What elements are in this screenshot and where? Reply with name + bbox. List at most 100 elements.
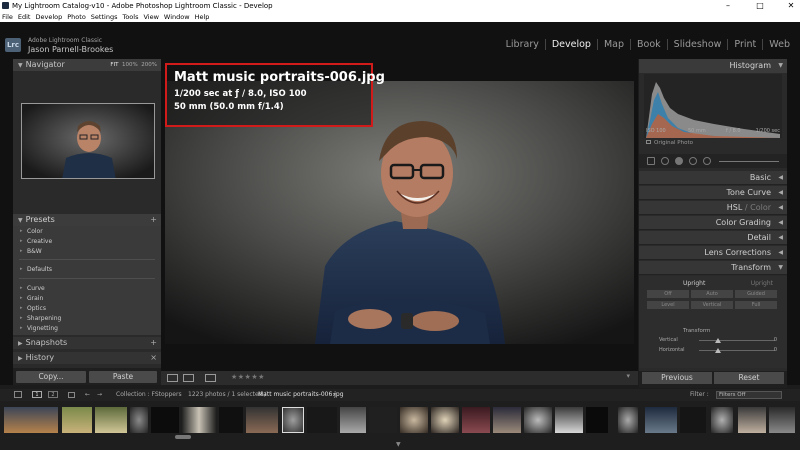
filmstrip-thumb[interactable] xyxy=(462,407,490,433)
nav-back-icon[interactable]: ← xyxy=(85,389,90,401)
filmstrip-thumb[interactable] xyxy=(738,407,766,433)
add-preset-icon[interactable]: + xyxy=(150,214,157,226)
screen-one-button[interactable]: 1 xyxy=(32,391,42,398)
panel-transform[interactable]: Transform ▼ xyxy=(639,261,787,275)
filmstrip-thumb[interactable] xyxy=(555,407,583,433)
module-map[interactable]: Map xyxy=(596,39,630,50)
graduated-filter-icon[interactable] xyxy=(703,157,711,165)
filmstrip-collapse-icon[interactable]: ▼ xyxy=(396,441,401,448)
maximize-icon[interactable]: □ xyxy=(754,0,766,12)
filmstrip-thumb[interactable] xyxy=(400,407,428,433)
preset-group-grain[interactable]: Grain xyxy=(20,295,43,302)
filmstrip-thumb[interactable] xyxy=(711,407,733,433)
filmstrip-thumb-selected[interactable] xyxy=(282,407,304,433)
menu-help[interactable]: Help xyxy=(195,12,210,22)
module-book[interactable]: Book xyxy=(630,39,667,50)
panel-lens-corrections[interactable]: Lens Corrections ◀ xyxy=(639,246,787,260)
zoom-100[interactable]: 100% xyxy=(122,62,138,68)
filmstrip-scrollbar[interactable] xyxy=(175,435,191,439)
filter-dropdown[interactable]: Filters Off xyxy=(716,391,782,399)
preset-group-vignetting[interactable]: Vignetting xyxy=(20,325,58,332)
add-snapshot-icon[interactable]: + xyxy=(150,337,157,349)
compare-view-icon[interactable] xyxy=(183,374,194,382)
upright-level-button[interactable]: Level xyxy=(647,301,689,309)
module-slideshow[interactable]: Slideshow xyxy=(666,39,728,50)
loupe-view-icon[interactable] xyxy=(167,374,178,382)
horizontal-slider-track[interactable] xyxy=(699,350,775,351)
panel-tone-curve[interactable]: Tone Curve ◀ xyxy=(639,186,787,200)
upright-off-button[interactable]: Off xyxy=(647,290,689,298)
vertical-slider-value[interactable]: 0 xyxy=(774,337,777,343)
left-panel-edge[interactable] xyxy=(0,59,13,385)
panel-hsl[interactable]: HSL / Color ◀ xyxy=(639,201,787,215)
horizontal-slider-value[interactable]: 0 xyxy=(774,347,777,353)
menu-file[interactable]: File xyxy=(2,12,13,22)
horizontal-slider-handle[interactable] xyxy=(715,348,721,353)
filmstrip-thumb[interactable] xyxy=(586,407,608,433)
panel-color-grading[interactable]: Color Grading ◀ xyxy=(639,216,787,230)
preset-group-color[interactable]: Color xyxy=(20,228,43,235)
preset-group-defaults[interactable]: Defaults xyxy=(20,266,52,273)
filmstrip-thumb[interactable] xyxy=(493,407,521,433)
zoom-200[interactable]: 200% xyxy=(141,62,157,68)
filmstrip-thumb[interactable] xyxy=(4,407,58,433)
filmstrip-thumb[interactable] xyxy=(369,407,397,433)
preset-group-bw[interactable]: B&W xyxy=(20,248,42,255)
before-after-icon[interactable] xyxy=(205,374,216,382)
filmstrip-thumb[interactable] xyxy=(340,407,366,433)
masking-icon[interactable] xyxy=(689,157,697,165)
filmstrip-thumb[interactable] xyxy=(130,407,148,433)
filmstrip-thumb[interactable] xyxy=(431,407,459,433)
presets-header[interactable]: ▼ Presets + xyxy=(13,214,161,226)
menu-develop[interactable]: Develop xyxy=(35,12,62,22)
panel-color-label[interactable]: Color xyxy=(750,203,771,212)
module-web[interactable]: Web xyxy=(762,39,796,50)
upright-vertical-button[interactable]: Vertical xyxy=(691,301,733,309)
preset-group-optics[interactable]: Optics xyxy=(20,305,46,312)
grid-view-icon[interactable] xyxy=(68,392,75,398)
spot-removal-icon[interactable] xyxy=(661,157,669,165)
minimize-icon[interactable]: – xyxy=(722,0,734,12)
module-library[interactable]: Library xyxy=(500,39,545,50)
upright-full-button[interactable]: Full xyxy=(735,301,777,309)
module-print[interactable]: Print xyxy=(727,39,762,50)
panel-basic[interactable]: Basic ◀ xyxy=(639,171,787,185)
filmstrip-thumb[interactable] xyxy=(246,407,278,433)
filmstrip-thumb[interactable] xyxy=(680,407,706,433)
menu-photo[interactable]: Photo xyxy=(67,12,86,22)
filmstrip-thumb[interactable] xyxy=(62,407,92,433)
module-develop[interactable]: Develop xyxy=(544,39,597,50)
source-menu-icon[interactable]: ▾ xyxy=(333,389,336,401)
screen-two-button[interactable]: 2 xyxy=(48,391,58,398)
filmstrip-thumb[interactable] xyxy=(219,407,243,433)
preset-group-creative[interactable]: Creative xyxy=(20,238,52,245)
panel-detail[interactable]: Detail ◀ xyxy=(639,231,787,245)
filmstrip-thumb[interactable] xyxy=(645,407,677,433)
nav-forward-icon[interactable]: → xyxy=(97,389,102,401)
vertical-slider-track[interactable] xyxy=(699,340,775,341)
copy-button[interactable]: Copy... xyxy=(16,371,86,383)
filmstrip-thumb[interactable] xyxy=(769,407,795,433)
upright-auto-button[interactable]: Auto xyxy=(691,290,733,298)
filmstrip-thumb[interactable] xyxy=(182,407,216,433)
filmstrip-thumb[interactable] xyxy=(307,407,337,433)
histogram-header[interactable]: Histogram ▼ xyxy=(639,59,787,73)
preset-group-sharpening[interactable]: Sharpening xyxy=(20,315,61,322)
filmstrip-thumb[interactable] xyxy=(151,407,179,433)
filmstrip-thumb[interactable] xyxy=(618,407,638,433)
filmstrip-thumb[interactable] xyxy=(524,407,552,433)
tool-slider-track[interactable] xyxy=(719,161,779,162)
preset-group-curve[interactable]: Curve xyxy=(20,285,45,292)
menu-settings[interactable]: Settings xyxy=(91,12,118,22)
history-header[interactable]: ▶ History × xyxy=(13,352,161,364)
star-rating[interactable]: ★★★★★ xyxy=(231,373,265,381)
crop-tool-icon[interactable] xyxy=(647,157,655,165)
reset-button[interactable]: Reset xyxy=(714,372,784,384)
right-panel-edge[interactable] xyxy=(787,59,800,385)
snapshots-header[interactable]: ▶ Snapshots + xyxy=(13,337,161,349)
secondary-window-icon[interactable] xyxy=(14,391,22,398)
menu-tools[interactable]: Tools xyxy=(122,12,138,22)
clear-history-icon[interactable]: × xyxy=(150,352,157,364)
toolbar-menu-icon[interactable]: ▾ xyxy=(626,372,630,380)
red-eye-icon[interactable] xyxy=(675,157,683,165)
